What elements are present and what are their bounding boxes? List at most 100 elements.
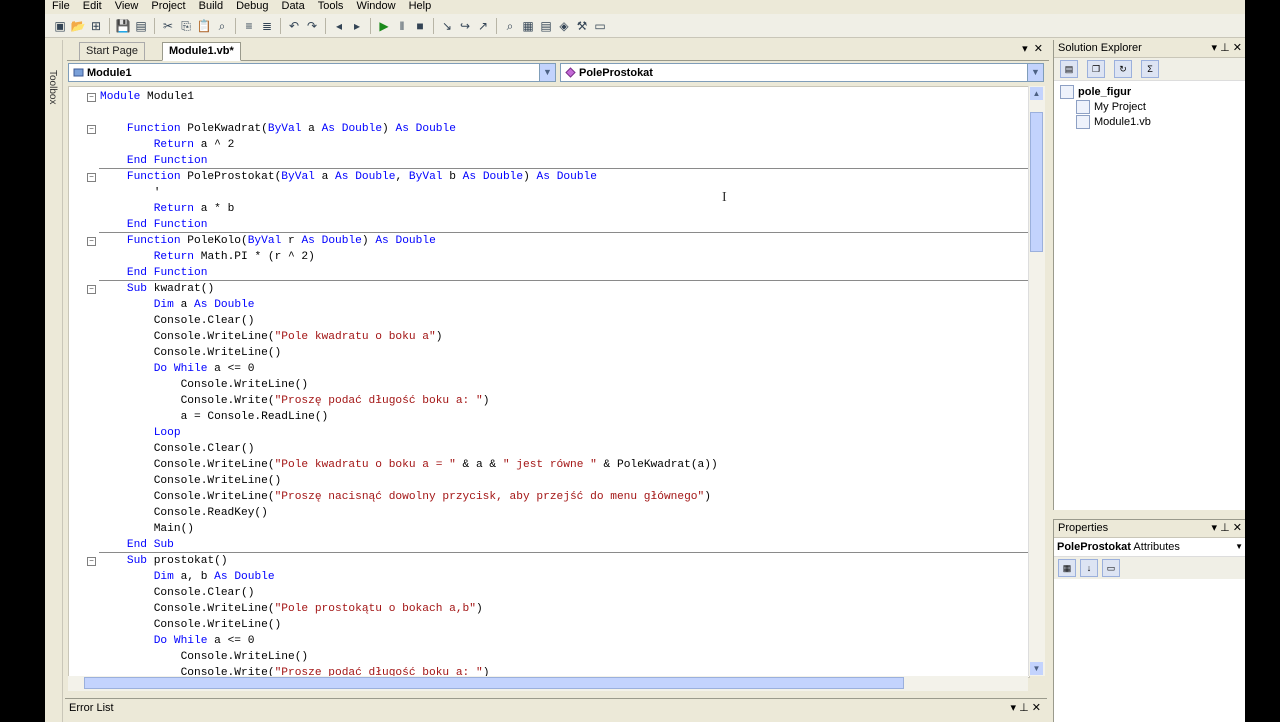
- menu-tools[interactable]: Tools: [311, 1, 350, 12]
- code-line[interactable]: Main(): [69, 521, 1029, 537]
- scroll-up-icon[interactable]: ▲: [1030, 87, 1043, 100]
- code-line[interactable]: Console.WriteLine(): [69, 649, 1029, 665]
- tab-module1[interactable]: Module1.vb*: [162, 42, 241, 61]
- code-line[interactable]: Dim a As Double: [69, 297, 1029, 313]
- property-pages-icon[interactable]: ▭: [1102, 559, 1120, 577]
- dropdown-icon[interactable]: ▾: [1212, 522, 1218, 534]
- tree-item-my-project[interactable]: My Project: [1060, 100, 1245, 115]
- code-line[interactable]: Console.WriteLine("Pole kwadratu o boku …: [69, 457, 1029, 473]
- code-line[interactable]: End Function: [69, 153, 1029, 169]
- code-line[interactable]: − Sub prostokat(): [69, 553, 1029, 569]
- code-line[interactable]: Return a * b: [69, 201, 1029, 217]
- code-line[interactable]: − Function PoleProstokat(ByVal a As Doub…: [69, 169, 1029, 185]
- step-into-icon[interactable]: ↘: [439, 18, 455, 34]
- navigate-forward-icon[interactable]: ▸: [349, 18, 365, 34]
- close-icon[interactable]: ✕: [1233, 42, 1242, 54]
- menu-debug[interactable]: Debug: [229, 1, 274, 12]
- pin-icon[interactable]: ⊥: [1220, 522, 1230, 534]
- code-line[interactable]: Console.Clear(): [69, 313, 1029, 329]
- navigate-back-icon[interactable]: ◂: [331, 18, 347, 34]
- cut-icon[interactable]: ✂: [160, 18, 176, 34]
- code-line[interactable]: Return Math.PI * (r ^ 2): [69, 249, 1029, 265]
- find-icon[interactable]: ⌕: [214, 18, 230, 34]
- menu-window[interactable]: Window: [349, 1, 401, 12]
- code-line[interactable]: Console.WriteLine(): [69, 617, 1029, 633]
- code-line[interactable]: Console.WriteLine(): [69, 473, 1029, 489]
- close-icon[interactable]: ✕: [1032, 702, 1041, 714]
- code-line[interactable]: Do While a <= 0: [69, 633, 1029, 649]
- code-line[interactable]: End Sub: [69, 537, 1029, 553]
- code-line[interactable]: Console.WriteLine("Proszę nacisnąć dowol…: [69, 489, 1029, 505]
- copy-icon[interactable]: ⎘: [178, 18, 194, 34]
- code-line[interactable]: ': [69, 185, 1029, 201]
- code-line[interactable]: Console.Write("Proszę podać długość boku…: [69, 393, 1029, 409]
- save-icon[interactable]: 💾: [115, 18, 131, 34]
- code-line[interactable]: − Module Module1: [69, 89, 1029, 105]
- menu-data[interactable]: Data: [275, 1, 311, 12]
- close-icon[interactable]: ✕: [1034, 43, 1043, 55]
- close-icon[interactable]: ✕: [1233, 522, 1242, 534]
- start-page-icon[interactable]: ▭: [592, 18, 608, 34]
- code-line[interactable]: End Function: [69, 265, 1029, 281]
- stop-icon[interactable]: ■: [412, 18, 428, 34]
- code-line[interactable]: Dim a, b As Double: [69, 569, 1029, 585]
- collapse-icon[interactable]: −: [87, 93, 96, 102]
- chevron-down-icon[interactable]: ▼: [1235, 538, 1243, 556]
- add-item-icon[interactable]: ⊞: [88, 18, 104, 34]
- find-in-files-icon[interactable]: ⌕: [502, 18, 518, 34]
- tab-dropdown-icon[interactable]: ▾: [1022, 43, 1028, 55]
- code-line[interactable]: Console.WriteLine("Pole prostokątu o bok…: [69, 601, 1029, 617]
- collapse-icon[interactable]: −: [87, 237, 96, 246]
- view-code-icon[interactable]: Σ: [1141, 60, 1159, 78]
- collapse-icon[interactable]: −: [87, 125, 96, 134]
- code-line[interactable]: Console.WriteLine(): [69, 345, 1029, 361]
- collapse-icon[interactable]: −: [87, 285, 96, 294]
- start-debug-icon[interactable]: ▶: [376, 18, 392, 34]
- vertical-scrollbar[interactable]: ▲ ▼: [1028, 86, 1045, 676]
- pin-icon[interactable]: ⊥: [1220, 42, 1230, 54]
- properties-icon[interactable]: ▤: [1060, 60, 1078, 78]
- menu-project[interactable]: Project: [144, 1, 191, 12]
- properties-object-selector[interactable]: PoleProstokat Attributes ▼: [1054, 538, 1245, 557]
- show-all-files-icon[interactable]: ❐: [1087, 60, 1105, 78]
- dropdown-icon[interactable]: ▾: [1011, 702, 1017, 714]
- refresh-icon[interactable]: ↻: [1114, 60, 1132, 78]
- toolbox-strip[interactable]: Toolbox: [45, 40, 63, 722]
- code-line[interactable]: − Function PoleKwadrat(ByVal a As Double…: [69, 121, 1029, 137]
- menu-help[interactable]: Help: [402, 1, 438, 12]
- save-all-icon[interactable]: ▤: [133, 18, 149, 34]
- code-line[interactable]: − Function PoleKolo(ByVal r As Double) A…: [69, 233, 1029, 249]
- code-line[interactable]: End Function: [69, 217, 1029, 233]
- code-editor[interactable]: − Module Module1 − Function PoleKwadrat(By…: [68, 86, 1030, 678]
- paste-icon[interactable]: 📋: [196, 18, 212, 34]
- redo-icon[interactable]: ↷: [304, 18, 320, 34]
- properties-icon[interactable]: ▤: [538, 18, 554, 34]
- uncomment-icon[interactable]: ≣: [259, 18, 275, 34]
- code-line[interactable]: Console.Clear(): [69, 585, 1029, 601]
- code-line[interactable]: a = Console.ReadLine(): [69, 409, 1029, 425]
- code-line[interactable]: Console.WriteLine("Pole kwadratu o boku …: [69, 329, 1029, 345]
- categorized-icon[interactable]: ▦: [1058, 559, 1076, 577]
- comment-icon[interactable]: ≡: [241, 18, 257, 34]
- method-name-dropdown[interactable]: PoleProstokat ▼: [560, 63, 1044, 82]
- tab-start-page[interactable]: Start Page: [79, 42, 145, 60]
- chevron-down-icon[interactable]: ▼: [539, 64, 555, 81]
- code-line[interactable]: Console.WriteLine(): [69, 377, 1029, 393]
- tree-item-module1[interactable]: Module1.vb: [1060, 115, 1245, 130]
- code-line[interactable]: − Sub kwadrat(): [69, 281, 1029, 297]
- code-line[interactable]: Console.ReadKey(): [69, 505, 1029, 521]
- dropdown-icon[interactable]: ▾: [1212, 42, 1218, 54]
- pause-icon[interactable]: ‖: [394, 18, 410, 34]
- toolbox-icon[interactable]: ⚒: [574, 18, 590, 34]
- open-icon[interactable]: 📂: [70, 18, 86, 34]
- code-line[interactable]: Return a ^ 2: [69, 137, 1029, 153]
- error-list-title[interactable]: Error List: [69, 702, 114, 714]
- step-over-icon[interactable]: ↪: [457, 18, 473, 34]
- collapse-icon[interactable]: −: [87, 557, 96, 566]
- horizontal-scrollbar[interactable]: [68, 676, 1028, 691]
- step-out-icon[interactable]: ↗: [475, 18, 491, 34]
- vertical-scroll-thumb[interactable]: [1030, 112, 1043, 252]
- solution-explorer-icon[interactable]: ▦: [520, 18, 536, 34]
- menu-file[interactable]: File: [45, 1, 76, 12]
- code-line[interactable]: Loop: [69, 425, 1029, 441]
